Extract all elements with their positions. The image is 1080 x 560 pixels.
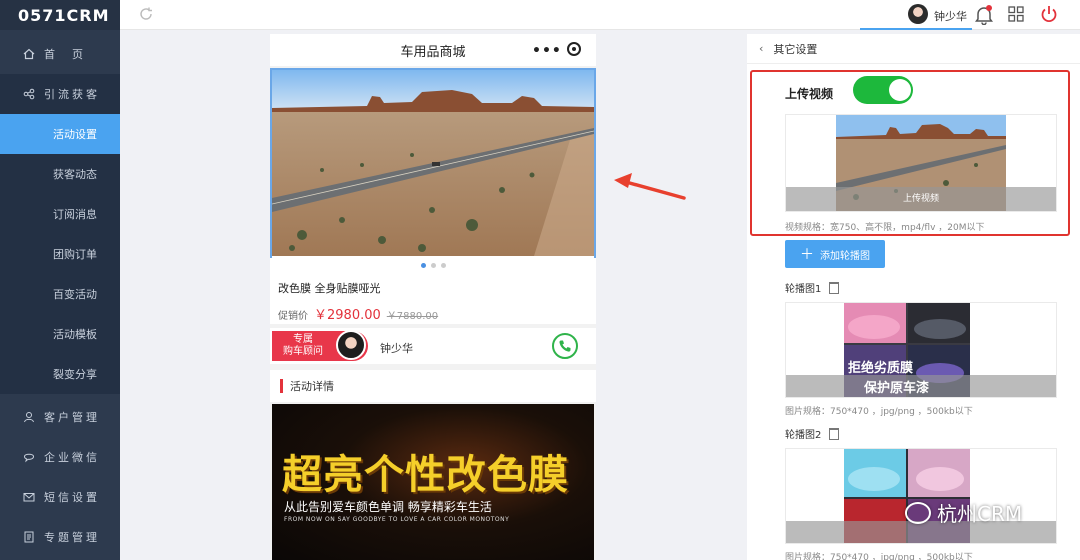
user-name[interactable]: 钟少华 [934, 8, 967, 24]
poster-english: FROM NOW ON SAY GOODBYE TO LOVE A CAR CO… [284, 516, 510, 523]
power-icon[interactable] [1040, 4, 1058, 24]
video-upload-bar[interactable]: 上传视频 [786, 187, 1056, 211]
sidebar-item-label: 裂变分享 [53, 368, 97, 381]
trash-icon[interactable] [829, 281, 840, 294]
home-icon [22, 47, 36, 61]
product-info: 改色膜 全身贴膜哑光 促销价 ￥2980.00 ￥7880.00 [270, 272, 596, 324]
pager-dot[interactable] [420, 262, 426, 268]
sidebar-item-label: 短信设置 [44, 491, 100, 504]
wechat-icon [905, 501, 931, 524]
sidebar-item-label: 引流获客 [44, 88, 100, 101]
carousel-1-spec: 图片规格：750*470 ，jpg/png ，500kb以下 [785, 407, 973, 417]
promo-price: ￥2980.00 [314, 308, 381, 323]
video-upload-area[interactable]: 上传视频 [785, 114, 1057, 212]
sidebar-item-label: 获客动态 [53, 168, 97, 181]
apps-grid-icon[interactable] [1008, 6, 1024, 22]
user-avatar[interactable] [908, 4, 928, 24]
panel-header: ‹ 其它设置 [747, 34, 1080, 64]
pointer-arrow-icon [614, 173, 686, 200]
carousel-1-text-b: 保护原车漆 [864, 381, 930, 396]
product-title: 改色膜 全身贴膜哑光 [278, 282, 381, 295]
active-tab-indicator [860, 28, 972, 30]
carousel-2-area[interactable] [785, 448, 1057, 544]
carousel-2-label: 轮播图2 [785, 430, 822, 441]
sidebar-item-label: 活动设置 [53, 128, 97, 141]
sidebar-item-activity-templates[interactable]: 活动模板 [0, 314, 120, 354]
sidebar-item-label: 企业微信 [44, 451, 100, 464]
sidebar-item-label: 活动模板 [53, 328, 97, 341]
carousel-2-header: 轮播图2 [785, 426, 840, 441]
sidebar-item-home[interactable]: 首 页 [0, 34, 120, 74]
carousel-1-label: 轮播图1 [785, 284, 822, 295]
trash-icon[interactable] [829, 427, 840, 440]
add-carousel-label: 添加轮播图 [820, 250, 870, 262]
advisor-name: 钟少华 [380, 342, 413, 355]
sidebar-item-label: 首 页 [44, 48, 86, 61]
video-spec: 视频规格：宽750、高不限，mp4/flv ，20M以下 [785, 223, 985, 233]
sidebar-item-label: 专题管理 [44, 531, 100, 544]
sidebar-item-topics[interactable]: 专题管理 [0, 517, 120, 557]
phone-title: 车用品商城 [400, 44, 466, 60]
watermark-text: 杭州CRM [937, 502, 1023, 526]
carousel-1-text-a: 拒绝劣质膜 [848, 361, 914, 376]
detail-heading: 活动详情 [270, 370, 596, 402]
settings-panel: ‹ 其它设置 上传视频 上传视频 视频规格：宽750、高不限，mp4/flv ，… [747, 34, 1080, 560]
upload-video-toggle[interactable] [853, 76, 913, 104]
sidebar-item-sms[interactable]: 短信设置 [0, 477, 120, 517]
poster-subtitle: 从此告别爱车颜色单调 畅享精彩车生活 [284, 500, 492, 514]
price-label: 促销价 [278, 311, 308, 322]
original-price: ￥7880.00 [386, 311, 439, 322]
upload-video-label: 上传视频 [785, 87, 834, 101]
refresh-icon[interactable] [138, 6, 154, 22]
watermark: 杭州CRM [905, 498, 1022, 527]
advisor-bar: 专属 购车顾问 钟少华 [270, 328, 596, 364]
advisor-avatar [336, 330, 366, 360]
sidebar-item-activity-settings[interactable]: 活动设置 [0, 114, 120, 154]
sidebar-item-fission-share[interactable]: 裂变分享 [0, 354, 120, 394]
bell-icon[interactable] [975, 5, 993, 25]
mail-icon [22, 490, 36, 504]
sidebar-item-lead-activity[interactable]: 获客动态 [0, 154, 120, 194]
sidebar-item-subscription[interactable]: 订阅消息 [0, 194, 120, 234]
sidebar-item-lead-gen[interactable]: 引流获客 [0, 74, 120, 114]
plus-icon: ＋ [800, 247, 814, 263]
app-logo: 0571CRM [0, 0, 120, 30]
sidebar-item-varied-activities[interactable]: 百变活动 [0, 274, 120, 314]
sidebar-item-label: 团购订单 [53, 248, 97, 261]
sidebar-item-label: 订阅消息 [53, 208, 97, 221]
banner-pager [270, 258, 596, 272]
pager-dot[interactable] [430, 262, 436, 268]
user-icon [22, 410, 36, 424]
sidebar-item-wecom[interactable]: 企业微信 [0, 437, 120, 477]
phone-header: 车用品商城 ••• [270, 34, 596, 66]
back-chevron-icon[interactable]: ‹ [759, 42, 763, 55]
sidebar: 0571CRM 首 页 引流获客 活动设置 获客动态 订阅消息 团购订单 百变活… [0, 0, 120, 560]
pager-dot[interactable] [440, 262, 446, 268]
poster-title: 超亮个性改色膜 [282, 452, 569, 498]
close-miniapp-icon[interactable] [567, 42, 581, 56]
sidebar-item-group-orders[interactable]: 团购订单 [0, 234, 120, 274]
sidebar-item-customers[interactable]: 客户管理 [0, 397, 120, 437]
carousel-2-spec: 图片规格：750*470 ，jpg/png ，500kb以下 [785, 553, 973, 560]
desert-road-image [272, 70, 594, 256]
phone-call-icon[interactable] [552, 333, 578, 359]
product-banner[interactable] [270, 68, 596, 272]
panel-title[interactable]: 其它设置 [773, 41, 817, 57]
more-icon[interactable]: ••• [532, 43, 562, 59]
add-carousel-button[interactable]: ＋ 添加轮播图 [785, 240, 885, 268]
carousel-1-area[interactable]: 拒绝劣质膜 保护原车漆 [785, 302, 1057, 398]
phone-preview: 车用品商城 ••• 改色膜 全身贴膜哑光 促销价 ￥2980.00 ￥7880.… [270, 34, 596, 560]
chat-icon [22, 450, 36, 464]
sidebar-item-label: 百变活动 [53, 288, 97, 301]
detail-poster: 超亮个性改色膜 从此告别爱车颜色单调 畅享精彩车生活 FROM NOW ON S… [272, 404, 594, 560]
sidebar-item-label: 客户管理 [44, 411, 100, 424]
top-bar: 钟少华 [120, 0, 1080, 30]
doc-icon [22, 530, 36, 544]
carousel-1-header: 轮播图1 [785, 280, 840, 295]
share-icon [22, 87, 36, 101]
